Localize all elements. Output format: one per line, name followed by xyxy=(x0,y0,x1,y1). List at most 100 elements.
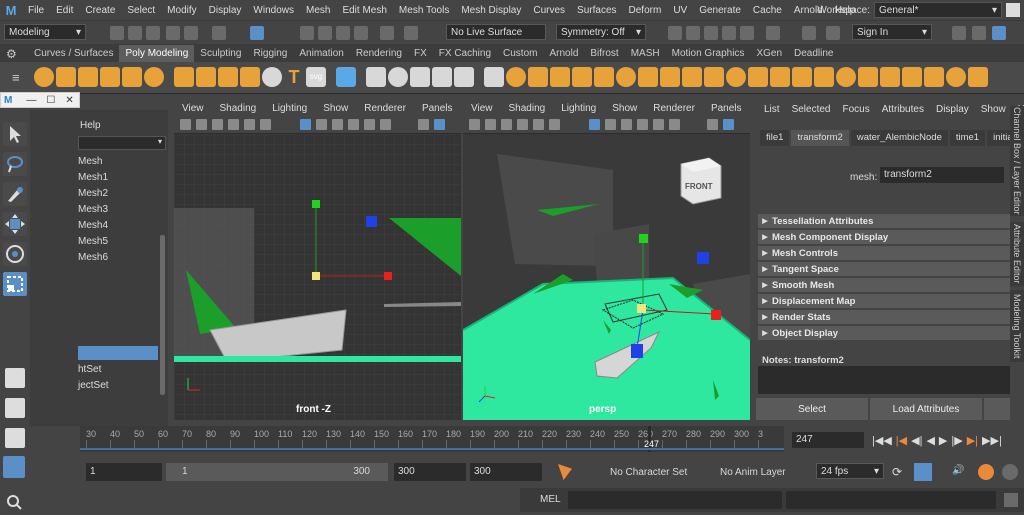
layout-grid-icon[interactable] xyxy=(5,398,25,418)
shelf-gear-icon[interactable]: ⚙ xyxy=(6,47,20,61)
ae-menu-display[interactable]: Display xyxy=(930,104,975,115)
shelf-tab-curves-surfaces[interactable]: Curves / Surfaces xyxy=(28,45,119,62)
select-hierarchy-icon[interactable] xyxy=(212,26,226,40)
close-icon[interactable]: ✕ xyxy=(65,95,73,106)
smooth-proxy-icon[interactable] xyxy=(836,67,856,87)
uv-editor-icon[interactable] xyxy=(336,67,356,87)
menu-select[interactable]: Select xyxy=(121,5,161,16)
retopo-icon[interactable] xyxy=(858,67,878,87)
shelf-tab-arnold[interactable]: Arnold xyxy=(543,45,584,62)
multi-cut-icon[interactable] xyxy=(550,67,570,87)
ae-section-object-display[interactable]: ▶ Object Display xyxy=(758,326,1010,340)
select-object-icon[interactable] xyxy=(250,26,264,40)
panel-toggle-icon[interactable] xyxy=(952,26,966,40)
menu-uv[interactable]: UV xyxy=(667,5,693,16)
poke-icon[interactable] xyxy=(704,67,724,87)
step-forward-key-icon[interactable]: ▶| xyxy=(967,434,978,447)
poly-cylinder-icon[interactable] xyxy=(78,67,98,87)
minimize-icon[interactable]: — xyxy=(26,95,36,106)
ae-tab-time1[interactable]: time1 xyxy=(949,130,986,146)
shelf-tab-animation[interactable]: Animation xyxy=(293,45,349,62)
isolate-icon[interactable] xyxy=(418,119,429,130)
lights-icon[interactable] xyxy=(364,119,375,130)
uv-auto-icon[interactable] xyxy=(946,67,966,87)
reduce-icon[interactable] xyxy=(814,67,834,87)
ipr-render-icon[interactable] xyxy=(686,26,700,40)
menu-mesh[interactable]: Mesh xyxy=(300,5,336,16)
outliner-item-mesh5[interactable]: Mesh5 xyxy=(78,234,158,250)
ae-tab-file1[interactable]: file1 xyxy=(760,130,790,146)
side-tab-channel-box[interactable]: Channel Box / Layer Editor xyxy=(1010,106,1024,216)
go-to-start-icon[interactable]: |◀◀ xyxy=(872,434,892,447)
poly-cube-icon[interactable] xyxy=(56,67,76,87)
scale-tool-icon[interactable] xyxy=(3,272,27,296)
go-to-end-icon[interactable]: ▶▶| xyxy=(982,434,1002,447)
mode-dropdown[interactable]: Modeling ▾ xyxy=(4,24,86,40)
select-tool-icon[interactable] xyxy=(3,122,27,146)
extrude-icon[interactable] xyxy=(528,67,548,87)
character-icon[interactable] xyxy=(978,464,994,480)
lights-icon[interactable] xyxy=(653,119,664,130)
side-tab-modeling-toolkit[interactable]: Modeling Toolkit xyxy=(1010,290,1024,362)
circularize-icon[interactable] xyxy=(726,67,746,87)
triangulate-icon[interactable] xyxy=(902,67,922,87)
xray-icon[interactable] xyxy=(434,119,445,130)
shelf-tab-xgen[interactable]: XGen xyxy=(750,45,788,62)
outliner-item-mesh6[interactable]: Mesh6 xyxy=(78,250,158,266)
menu-surfaces[interactable]: Surfaces xyxy=(571,5,622,16)
time-slider[interactable]: 30 40 50 60 70 80 90 100 110 120 130 140 150 160 170 18… xyxy=(80,426,784,452)
menu-deform[interactable]: Deform xyxy=(623,5,668,16)
viewport-menu-view[interactable]: View xyxy=(463,103,501,114)
open-icon[interactable] xyxy=(128,26,142,40)
grease-pencil-icon[interactable] xyxy=(260,119,271,130)
live-surface-field[interactable]: No Live Surface xyxy=(446,24,546,40)
wedge-icon[interactable] xyxy=(682,67,702,87)
bridge-icon[interactable] xyxy=(506,67,526,87)
range-slider-bar[interactable]: 1 300 xyxy=(166,463,388,481)
poly-cone-icon[interactable] xyxy=(100,67,120,87)
outliner-set-jectset[interactable]: jectSet xyxy=(78,378,158,394)
symmetry-dropdown[interactable]: Symmetry: Off ▾ xyxy=(556,24,646,40)
viewport-menu-renderer[interactable]: Renderer xyxy=(356,103,414,114)
mirror-icon[interactable] xyxy=(748,67,768,87)
boolean-icon[interactable] xyxy=(432,67,452,87)
bevel-icon[interactable] xyxy=(484,67,504,87)
magnet-icon[interactable] xyxy=(380,26,394,40)
shelf-tab-fx[interactable]: FX xyxy=(408,45,433,62)
outliner-set-htset[interactable]: htSet xyxy=(78,362,158,378)
shelf-tab-custom[interactable]: Custom xyxy=(497,45,543,62)
grid-toggle-icon[interactable] xyxy=(589,119,600,130)
redo-icon[interactable] xyxy=(184,26,198,40)
folder-icon[interactable] xyxy=(110,26,124,40)
menu-curves[interactable]: Curves xyxy=(527,5,571,16)
2d-pan-icon[interactable] xyxy=(244,119,255,130)
poly-pipe-icon[interactable] xyxy=(218,67,238,87)
menu-windows[interactable]: Windows xyxy=(247,5,300,16)
shelf-tab-sculpting[interactable]: Sculpting xyxy=(194,45,247,62)
menu-generate[interactable]: Generate xyxy=(693,5,747,16)
menu-edit-mesh[interactable]: Edit Mesh xyxy=(336,5,392,16)
camera-select-icon[interactable] xyxy=(180,119,191,130)
bookmark-icon[interactable] xyxy=(501,119,512,130)
anim-start-field[interactable]: 1 xyxy=(86,463,162,481)
camera-select-icon[interactable] xyxy=(469,119,480,130)
poly-torus-icon[interactable] xyxy=(122,67,142,87)
viewport-menu-renderer[interactable]: Renderer xyxy=(645,103,703,114)
workspace-dropdown[interactable]: General* ▾ xyxy=(874,2,1002,18)
save-icon[interactable] xyxy=(146,26,160,40)
anim-end-field[interactable]: 300 xyxy=(470,463,542,481)
snap-grid-icon[interactable] xyxy=(300,26,314,40)
poly-type-icon[interactable]: T xyxy=(284,67,304,87)
ae-menu-show[interactable]: Show xyxy=(975,104,1012,115)
keyframe-toggle-icon[interactable] xyxy=(914,463,932,481)
load-attributes-button[interactable]: Load Attributes xyxy=(870,398,982,420)
pause-icon[interactable] xyxy=(802,26,816,40)
isolate-icon[interactable] xyxy=(707,119,718,130)
anim-layer-dropdown[interactable]: No Anim Layer xyxy=(720,463,820,481)
select-button[interactable]: Select xyxy=(756,398,868,420)
command-input[interactable] xyxy=(568,491,782,509)
shelf-tab-fx-caching[interactable]: FX Caching xyxy=(433,45,497,62)
outliner-scrollbar[interactable] xyxy=(160,235,165,395)
viewport-menu-lighting[interactable]: Lighting xyxy=(553,103,604,114)
bookmark-icon[interactable] xyxy=(212,119,223,130)
